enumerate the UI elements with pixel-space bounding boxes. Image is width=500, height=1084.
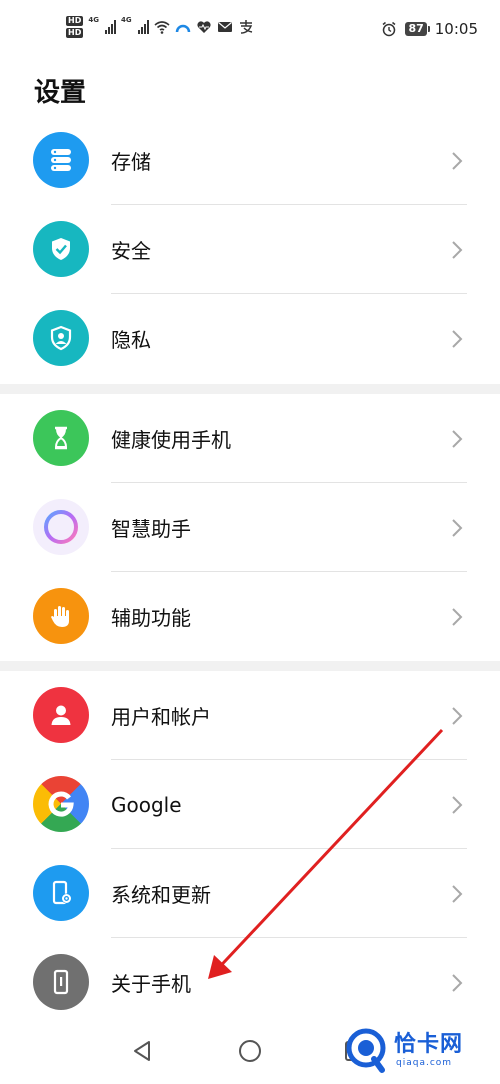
settings-item-label: 存储: [111, 150, 151, 174]
home-circle-icon[interactable]: [235, 1036, 265, 1066]
watermark: 恰卡网 qiaqa.com: [344, 1024, 492, 1078]
settings-item-label: 安全: [111, 239, 151, 263]
settings-group-3: 用户和帐户 Google 系统和更新 关于手机: [0, 671, 500, 1027]
settings-item-digital-balance[interactable]: 健康使用手机: [0, 394, 500, 483]
settings-item-about-phone[interactable]: 关于手机: [0, 938, 500, 1027]
phone-settings-icon: [33, 865, 89, 921]
network-type-label-2: 4G: [120, 16, 132, 24]
alipay-icon: [239, 20, 252, 34]
privacy-shield-icon: [33, 310, 89, 366]
health-heart-icon: [196, 21, 211, 33]
hand-icon: [33, 588, 89, 644]
settings-item-users-accounts[interactable]: 用户和帐户: [0, 671, 500, 760]
settings-item-privacy[interactable]: 隐私: [0, 294, 500, 383]
google-icon: [33, 776, 89, 832]
hourglass-icon: [33, 410, 89, 466]
shield-check-icon: [33, 221, 89, 277]
assistant-ring-icon: [33, 499, 89, 555]
settings-group-1: 存储 安全 隐私: [0, 116, 500, 383]
status-time: 10:05: [434, 20, 478, 38]
storage-icon: [33, 132, 89, 188]
hd-indicators: HD HD: [66, 16, 84, 38]
settings-item-google[interactable]: Google: [0, 760, 500, 849]
hd-badge-2: HD: [66, 28, 84, 38]
settings-item-storage[interactable]: 存储: [0, 116, 500, 205]
chevron-right-icon: [452, 796, 463, 814]
chevron-right-icon: [452, 152, 463, 170]
phone-info-icon: [33, 954, 89, 1010]
settings-item-label: 隐私: [111, 328, 151, 352]
signal-bars-icon: [104, 20, 116, 34]
battery-indicator: 87: [405, 22, 431, 36]
watermark-subtext: qiaqa.com: [396, 1058, 453, 1068]
settings-item-assistant[interactable]: 智慧助手: [0, 483, 500, 572]
user-icon: [33, 687, 89, 743]
settings-item-system-update[interactable]: 系统和更新: [0, 849, 500, 938]
settings-item-label: 辅助功能: [111, 606, 191, 630]
hd-badge-1: HD: [66, 16, 84, 26]
settings-item-label: 系统和更新: [111, 883, 211, 907]
back-triangle-icon[interactable]: [128, 1036, 158, 1066]
settings-item-label: 用户和帐户: [111, 705, 211, 729]
watermark-text: 恰卡网: [394, 1032, 464, 1057]
assistant-status-icon: [175, 24, 190, 33]
status-bar: HD HD 4G 4G 87 10:05: [0, 0, 500, 60]
status-left: HD HD 4G 4G: [66, 16, 254, 38]
settings-item-accessibility[interactable]: 辅助功能: [0, 572, 500, 661]
chevron-right-icon: [452, 974, 463, 992]
watermark-logo-icon: [346, 1028, 386, 1073]
network-type-label-1: 4G: [88, 16, 99, 24]
signal-bars-icon-2: [137, 20, 149, 34]
group-divider: [0, 384, 500, 394]
mail-icon: [217, 22, 232, 32]
alarm-icon: [382, 21, 396, 37]
chevron-right-icon: [452, 608, 463, 626]
chevron-right-icon: [452, 330, 463, 348]
settings-group-2: 健康使用手机 智慧助手 辅助功能: [0, 394, 500, 661]
chevron-right-icon: [452, 707, 463, 725]
settings-item-label: 健康使用手机: [111, 428, 231, 452]
settings-item-label: 关于手机: [111, 972, 191, 996]
settings-item-label: 智慧助手: [111, 517, 191, 541]
settings-item-security[interactable]: 安全: [0, 205, 500, 294]
chevron-right-icon: [452, 885, 463, 903]
status-right: 87 10:05: [381, 20, 478, 38]
chevron-right-icon: [452, 241, 463, 259]
chevron-right-icon: [452, 430, 463, 448]
group-divider: [0, 661, 500, 671]
wifi-icon: [154, 21, 170, 34]
settings-item-label: Google: [111, 792, 182, 817]
chevron-right-icon: [452, 519, 463, 537]
page-title: 设置: [34, 78, 87, 108]
